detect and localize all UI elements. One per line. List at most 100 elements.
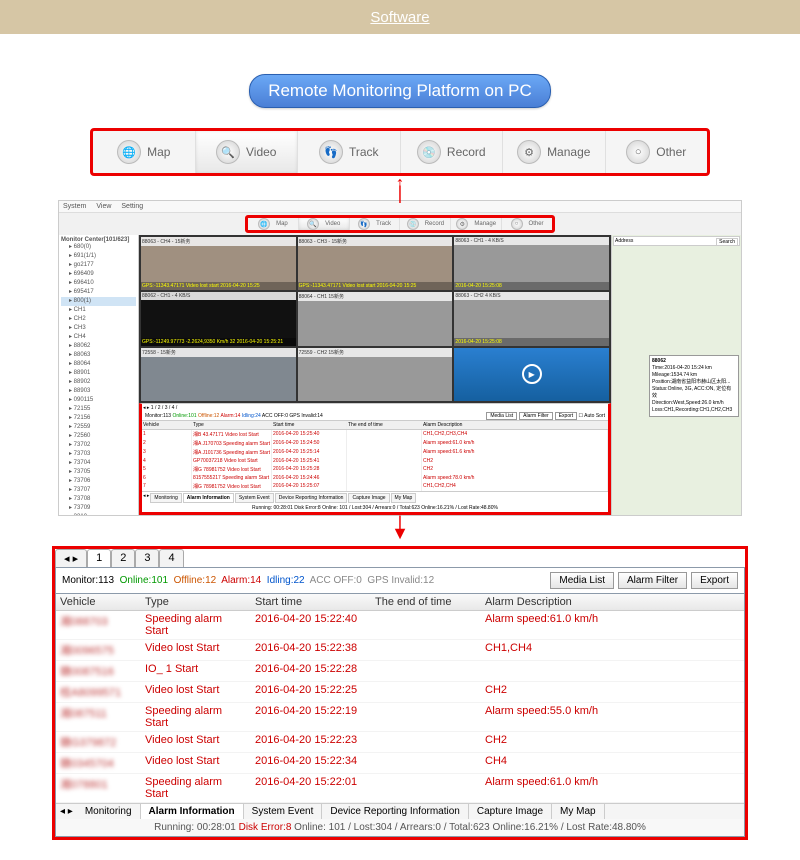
table-row[interactable]: 赣0087516IO_ 1 Start2016-04-20 15:22:28 [56,661,744,682]
table-row[interactable]: 湘087511Speeding alarm Start2016-04-20 15… [56,703,744,732]
tree-item[interactable]: ▸ go2177 [61,261,136,270]
tab-my-map[interactable]: My Map [552,804,605,819]
video-icon: 🔍 [216,140,240,164]
tree-item[interactable]: ▸ 88901 [61,369,136,378]
mini-nav-map[interactable]: 🌐Map [248,218,299,230]
video-grid: 88063 - CH4 - 15新务GPS:-11343.47171 Video… [139,235,611,403]
col-header: Vehicle [56,594,141,610]
alarm-filter-button[interactable]: Alarm Filter [618,572,687,589]
nav-record[interactable]: 💿Record [401,131,504,173]
video-cell[interactable]: 88063 - CH1 - 4 KB/S2016-04-20 15:25:08 [454,237,609,290]
page-tab[interactable]: 2 [111,549,135,567]
status-bar: Running: 00:28:01 Disk Error:8 Online: 1… [56,819,744,836]
menu-view[interactable]: View [96,203,111,210]
nav-manage[interactable]: ⚙Manage [503,131,606,173]
tree-item[interactable]: ▸ 88903 [61,387,136,396]
tree-item[interactable]: ▸ 691(1/1) [61,252,136,261]
tree-item[interactable]: ▸ 72155 [61,405,136,414]
page-tab[interactable]: 4 [159,549,183,567]
stat-accoff: ACC OFF:0 [310,575,362,586]
tree-item[interactable]: ▸ CH2 [61,315,136,324]
col-header: Type [141,594,251,610]
mini-nav-video[interactable]: 🔍Video [299,218,350,230]
mini-nav-manage[interactable]: ⚙Manage [451,218,502,230]
map-info-box: 88062 Time:2016-04-20 15:24 km Mileage:1… [649,355,739,417]
tree-item[interactable]: ▸ 696410 [61,279,136,288]
tree-item[interactable]: ▸ 72560 [61,432,136,441]
menu-system[interactable]: System [63,203,86,210]
table-row[interactable]: 赣G379872Video lost Start2016-04-20 15:22… [56,732,744,753]
tree-item[interactable]: ▸ CH4 [61,333,136,342]
video-cell[interactable]: 88063 - CH3 - 15新务GPS:-11343.47171 Video… [298,237,453,290]
stat-idling: Idling:22 [267,575,305,586]
tab-monitoring[interactable]: Monitoring [77,804,141,819]
tree-item[interactable]: ▸ 73708 [61,495,136,504]
tree-item[interactable]: ▸ 73706 [61,477,136,486]
video-cell[interactable]: 72558 - 15新务 [141,348,296,401]
mini-nav-other[interactable]: ○Other [502,218,552,230]
tree-item[interactable]: ▸ 73707 [61,486,136,495]
page-tab[interactable]: 1 [87,549,111,567]
menu-setting[interactable]: Setting [121,203,143,210]
col-header: Start time [251,594,371,610]
tree-item[interactable]: ▸ CH1 [61,306,136,315]
tree-item[interactable]: ▸ 695417 [61,288,136,297]
search-button[interactable]: Search [716,238,738,246]
nav-track[interactable]: 👣Track [298,131,401,173]
video-cell[interactable]: 88063 - CH4 - 15新务GPS:-11343.47171 Video… [141,237,296,290]
page-tab[interactable]: 3 [135,549,159,567]
table-row[interactable]: 湘0096575Video lost Start2016-04-20 15:22… [56,640,744,661]
tree-item[interactable]: ▸ 73709 [61,504,136,513]
tree-item[interactable]: ▸ 72156 [61,414,136,423]
tree-item[interactable]: ▸ 88902 [61,378,136,387]
table-row[interactable]: 湘088703Speeding alarm Start2016-04-20 15… [56,611,744,640]
arrow-down-icon: |▼ [0,518,800,538]
media-list-button[interactable]: Media List [550,572,614,589]
tree-item[interactable]: ▸ 73703 [61,450,136,459]
mini-nav-track[interactable]: 👣Track [350,218,401,230]
video-cell[interactable]: 88064 - CH1 15新务 [298,292,453,345]
video-cell[interactable]: 88062 - CH1 - 4 KB/SGPS:-11249.97773 -2.… [141,292,296,345]
tree-item[interactable]: ▸ 680(0) [61,243,136,252]
nav-video[interactable]: 🔍Video [196,131,299,173]
tree-item[interactable]: ▸ 090115 [61,396,136,405]
page-tabs[interactable]: ◂ ▸1234 [55,549,745,567]
tree-item[interactable]: ▸ 88062 [61,342,136,351]
alarm-table: VehicleTypeStart timeThe end of timeAlar… [55,594,745,837]
mini-nav-record[interactable]: 💿Record [400,218,451,230]
map-panel[interactable]: Address Search 88062 Time:2016-04-20 15:… [611,235,741,515]
tree-item[interactable]: ▸ 800(1) [61,297,136,306]
top-banner: Software [0,0,800,34]
video-cell[interactable]: 88063 - CH2 4 KB/S2016-04-20 15:25:08 [454,292,609,345]
export-button[interactable]: Export [691,572,738,589]
monitor-stats-bar: Monitor:113 Online:101 Offline:12 Alarm:… [55,567,745,594]
tree-item[interactable]: ▸ 72559 [61,423,136,432]
table-row[interactable]: 桂A8099571Video lost Start2016-04-20 15:2… [56,682,744,703]
tree-item[interactable]: ▸ 73704 [61,459,136,468]
stat-gps: GPS Invalid:12 [367,575,434,586]
nav-other[interactable]: ○Other [606,131,708,173]
page-tab[interactable]: ◂ ▸ [55,549,87,567]
tree-item[interactable]: ▸ 88064 [61,360,136,369]
tree-item[interactable]: ▸ 696409 [61,270,136,279]
device-tree[interactable]: Monitor Center[101/623] ▸ 680(0)▸ 691(1/… [59,235,139,515]
manage-icon: ⚙ [517,140,541,164]
nav-map[interactable]: 🌐Map [93,131,196,173]
tree-item[interactable]: ▸ 3310 [61,513,136,515]
tree-item[interactable]: ▸ 88063 [61,351,136,360]
tree-item[interactable]: ▸ 73705 [61,468,136,477]
table-row[interactable]: 湘078801Speeding alarm Start2016-04-20 15… [56,774,744,803]
tab-alarm-information[interactable]: Alarm Information [141,804,244,819]
tab-capture-image[interactable]: Capture Image [469,804,552,819]
bottom-tabs[interactable]: ◂ ▸ MonitoringAlarm InformationSystem Ev… [56,803,744,819]
tab-system-event[interactable]: System Event [244,804,323,819]
play-icon[interactable]: ▶ [522,364,542,384]
table-row[interactable]: 赣0345704Video lost Start2016-04-20 15:22… [56,753,744,774]
other-icon: ○ [626,140,650,164]
video-cell[interactable]: ▶ [454,348,609,401]
tab-device-reporting-information[interactable]: Device Reporting Information [322,804,469,819]
tree-item[interactable]: ▸ CH3 [61,324,136,333]
video-cell[interactable]: 72559 - CH2 15新务 [298,348,453,401]
tree-item[interactable]: ▸ 73702 [61,441,136,450]
alarm-detail-section: ◂ ▸1234 Monitor:113 Online:101 Offline:1… [52,546,748,840]
